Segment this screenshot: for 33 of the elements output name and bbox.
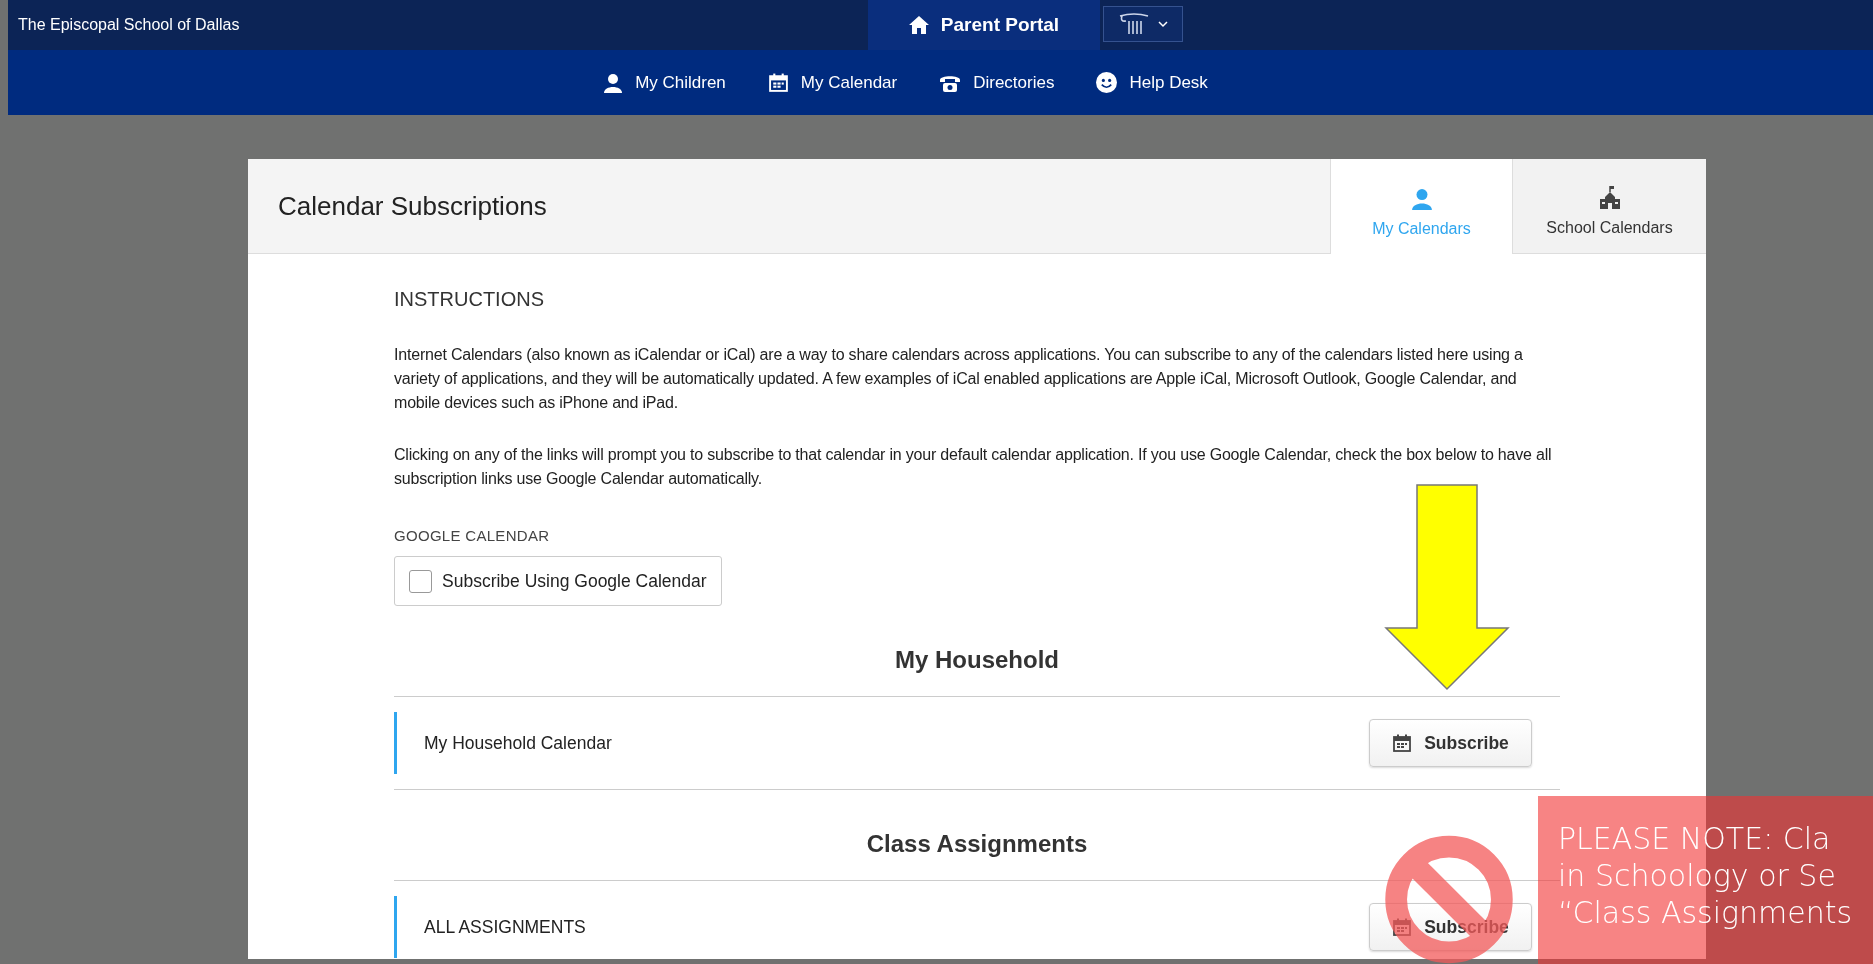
portal-label: Parent Portal	[940, 14, 1060, 36]
note-line: “Class Assignments	[1558, 894, 1854, 931]
school-menu[interactable]	[1103, 6, 1183, 42]
note-line: in Schoology or Se	[1558, 857, 1837, 894]
chevron-down-icon	[1158, 20, 1168, 28]
section-heading: Class Assignments	[394, 790, 1560, 881]
nav-link[interactable]: My Children	[603, 72, 726, 93]
school-icon	[1597, 185, 1622, 209]
instructions-text: Internet Calendars (also known as iCalendar or iCal) are a way to share calendars across applications. You can subscribe to any of the calendars listed here using a variety of applications, and they will be automatically updated. A few examples of iCal enabled applications are Apple iCal, Microsoft Outlook, Google Calendar, and mobile devices such as iPhone and iPad.	[394, 345, 1524, 413]
calendar-name: ALL ASSIGNMENTS	[424, 916, 586, 938]
calendar-name: My Household Calendar	[424, 732, 612, 754]
calendar-icon	[767, 72, 789, 93]
portal-title[interactable]: Parent Portal	[868, 0, 1100, 50]
person-icon	[603, 72, 624, 93]
column-logo-icon	[1118, 12, 1150, 36]
calendar-icon	[1392, 733, 1413, 753]
nav-link[interactable]: Directories	[939, 72, 1055, 93]
google-calendar-checkbox[interactable]: Subscribe Using Google Calendar	[394, 556, 722, 606]
nav-link[interactable]: My Calendar	[767, 72, 898, 93]
row-accent	[394, 896, 397, 958]
home-icon	[908, 16, 929, 34]
google-calendar-label: GOOGLE CALENDAR	[394, 527, 551, 544]
subscribe-button[interactable]: Subscribe	[1369, 719, 1532, 767]
instructions-heading: INSTRUCTIONS	[394, 288, 545, 311]
school-name: The Episcopal School of Dallas	[17, 16, 240, 34]
card-title: Calendar Subscriptions	[277, 189, 548, 223]
row-accent	[394, 712, 397, 774]
instructions-text: Clicking on any of the links will prompt you to subscribe to that calendar in your default calendar application. If you use Google Calendar, check the box below to have all subscription links use Google Calendar automatically.	[394, 445, 1553, 489]
telephone-icon	[939, 73, 962, 92]
nav-link[interactable]: Help Desk	[1096, 72, 1208, 93]
note-line: PLEASE NOTE: Cla	[1558, 820, 1832, 857]
person-icon	[1410, 188, 1433, 210]
smiley-icon	[1096, 72, 1118, 93]
